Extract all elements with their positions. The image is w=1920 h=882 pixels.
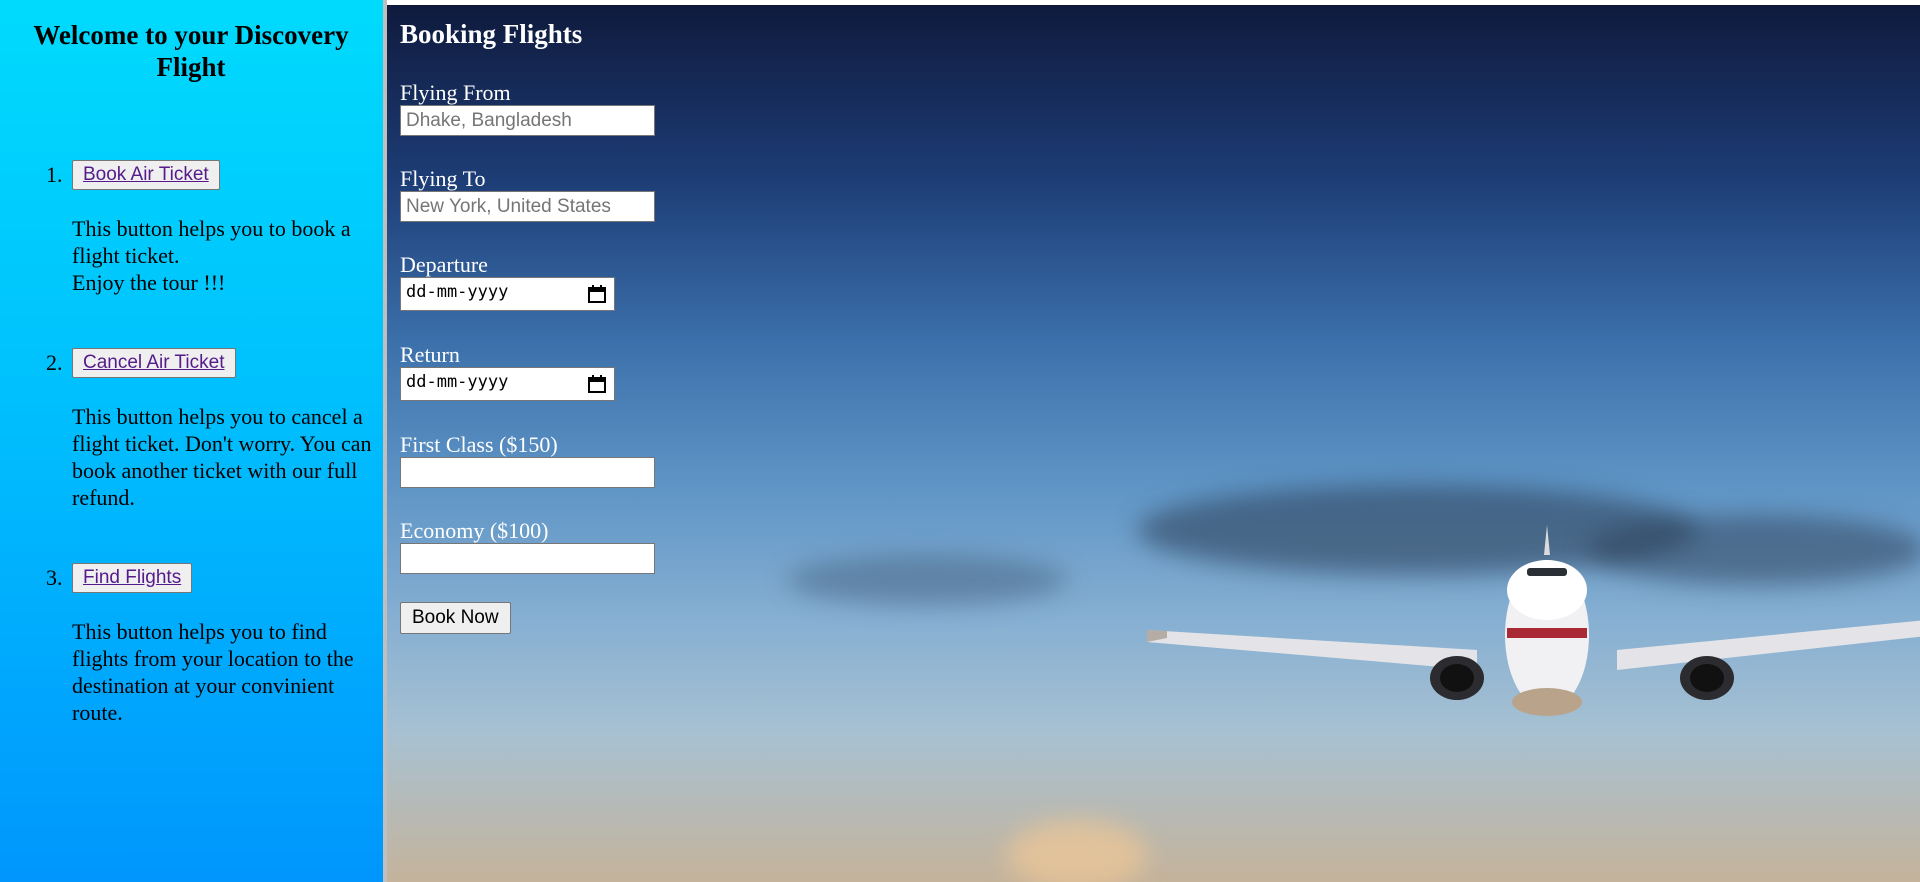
list-number: 3. [46, 565, 63, 590]
flying-from-label: Flying From [400, 80, 511, 105]
first-class-input[interactable] [400, 457, 655, 488]
calendar-icon[interactable] [587, 284, 607, 304]
economy-label: Economy ($100) [400, 518, 549, 543]
list-number: 2. [46, 350, 63, 375]
flying-to-label: Flying To [400, 166, 486, 191]
book-air-ticket-button[interactable]: Book Air Ticket [72, 160, 220, 190]
find-description: This button helps you to find flights fr… [72, 619, 354, 725]
background-cloud [787, 555, 1067, 605]
book-now-button[interactable]: Book Now [400, 602, 511, 634]
flying-to-input[interactable] [400, 191, 655, 222]
sidebar: Welcome to your Discovery Flight 1. Book… [0, 0, 383, 882]
book-description: This button helps you to book a flight t… [72, 216, 351, 295]
return-date-input[interactable]: dd-mm-yyyy [400, 367, 615, 401]
airplane-image [1147, 525, 1920, 716]
find-flights-button[interactable]: Find Flights [72, 563, 193, 593]
economy-input[interactable] [400, 543, 655, 574]
booking-title: Booking Flights [400, 19, 583, 49]
departure-date-value: dd-mm-yyyy [406, 282, 509, 302]
departure-label: Departure [400, 252, 488, 277]
return-date-value: dd-mm-yyyy [406, 372, 509, 392]
cancel-air-ticket-button[interactable]: Cancel Air Ticket [72, 348, 236, 378]
cancel-description: This button helps you to cancel a flight… [72, 404, 372, 510]
first-class-label: First Class ($150) [400, 432, 558, 457]
sidebar-title: Welcome to your Discovery Flight [33, 20, 349, 82]
list-number: 1. [46, 162, 63, 187]
booking-panel: Booking Flights Flying From Flying To De… [387, 5, 1920, 882]
departure-date-input[interactable]: dd-mm-yyyy [400, 277, 615, 311]
calendar-icon[interactable] [587, 374, 607, 394]
flying-from-input[interactable] [400, 105, 655, 136]
return-label: Return [400, 342, 460, 367]
background-light [1007, 820, 1147, 882]
